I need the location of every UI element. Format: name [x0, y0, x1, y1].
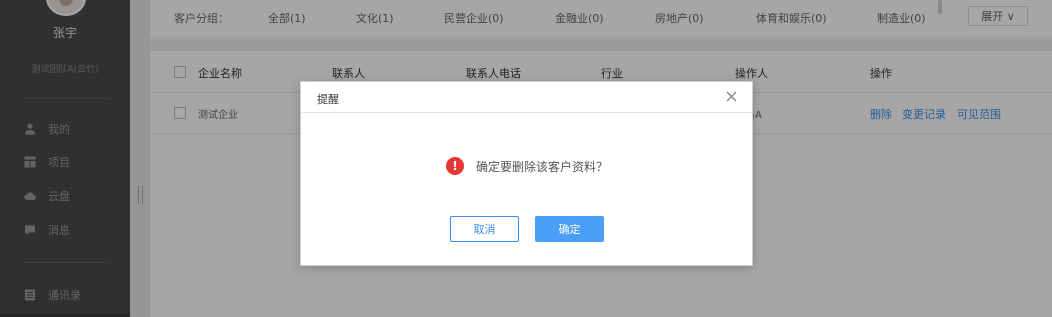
- dialog-message: 确定要删除该客户资料？: [476, 159, 609, 174]
- close-icon[interactable]: [722, 87, 740, 105]
- dialog-title: 提醒: [317, 93, 339, 106]
- confirm-dialog: 提醒 ! 确定要删除该客户资料？ 取消 确定: [300, 81, 753, 266]
- dialog-message-row: ! 确定要删除该客户资料？: [446, 157, 608, 175]
- dialog-header: 提醒: [301, 82, 752, 113]
- cancel-button[interactable]: 取消: [450, 216, 519, 242]
- confirm-button[interactable]: 确定: [535, 216, 604, 242]
- warning-icon: !: [446, 157, 464, 175]
